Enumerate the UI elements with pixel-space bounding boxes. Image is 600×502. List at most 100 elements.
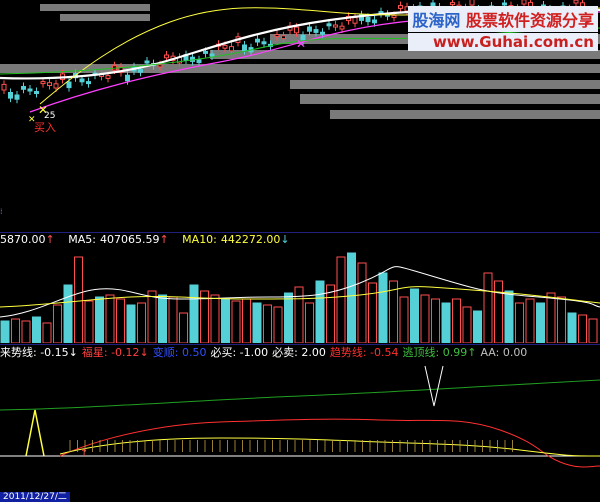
volume-bar	[494, 280, 503, 343]
pane-divider-mid[interactable]	[0, 344, 600, 345]
indicator-item: 逃顶线: 0.99↑	[402, 346, 477, 359]
volume-bar	[420, 294, 430, 343]
candle-body	[40, 81, 46, 85]
volume-bar	[168, 296, 178, 343]
volume-bars	[0, 252, 598, 343]
date-label: 2011/12/27/二	[0, 492, 70, 502]
candle-body	[8, 92, 13, 99]
indicator-item: 必卖: 2.00	[272, 346, 326, 359]
volume-arrow: ↑	[45, 233, 55, 246]
indicator-info-row: 来势线: -0.15↓ 福星: -0.12↓ 变顺: 0.50 必买: -1.00 必卖…	[0, 346, 531, 360]
volume-chart-pane[interactable]	[0, 247, 600, 343]
volume-bar	[126, 304, 136, 343]
price-chart-pane[interactable]: ✕ ✕ ✕ 25 买入 ⁞ 股海网 股票软件资源分享 www.Guhai.com…	[0, 0, 600, 232]
indicator-item: 变顺: 0.50	[152, 346, 207, 359]
volume-bar	[368, 282, 377, 343]
indicator-item: 趋势线: -0.54	[329, 346, 399, 359]
volume-bar	[431, 298, 440, 343]
volume-bar	[74, 256, 83, 343]
candle-body	[339, 25, 345, 30]
ma5-value: 407065.59	[99, 233, 160, 246]
indicator-item: 必买: -1.00	[210, 346, 269, 359]
volume-bar	[263, 304, 272, 343]
candle-body	[196, 59, 202, 64]
volume-bar	[63, 284, 73, 343]
ma10-arrow: ↓	[280, 233, 290, 246]
candle-body	[79, 78, 85, 83]
candle-body	[209, 53, 215, 57]
volume-bar	[399, 296, 409, 343]
volume-bar	[210, 294, 220, 343]
candle-body	[21, 86, 26, 90]
candle-body	[14, 94, 20, 100]
trend-red-line	[59, 418, 600, 468]
candle-body	[320, 31, 325, 35]
volume-bar	[515, 302, 524, 343]
volume-bar	[557, 296, 566, 343]
sell-spike-line	[424, 365, 444, 407]
volume-bar	[578, 314, 587, 343]
buy-spike-line	[25, 409, 45, 457]
candle-body	[203, 50, 208, 54]
volume-bar	[336, 256, 346, 343]
candle-body	[281, 35, 286, 40]
candle-body	[164, 54, 169, 59]
volume-bar	[53, 304, 62, 343]
volume-bar	[567, 312, 577, 343]
candle-body	[222, 44, 228, 49]
candle-body	[333, 24, 338, 28]
indicator-item: 来势线: -0.15↓	[0, 346, 78, 359]
ma5-arrow: ↑	[159, 233, 169, 246]
volume-bar	[0, 320, 10, 343]
candle-body	[313, 29, 319, 33]
watermark-url: www.Guhai.com.cn	[408, 33, 598, 51]
volume-bar	[483, 272, 493, 343]
volume-bar	[242, 298, 251, 343]
volume-bar	[252, 302, 262, 343]
volume-info-row: 5870.00↑ MA5: 407065.59↑ MA10: 442272.00↓	[0, 233, 294, 247]
candle-body	[86, 81, 91, 85]
volume-bar	[84, 300, 94, 343]
watermark: 股海网 股票软件资源分享 www.Guhai.com.cn	[408, 6, 598, 51]
volume-bar	[32, 316, 41, 343]
volume-bar	[42, 322, 52, 343]
candle-body	[47, 82, 52, 86]
volume-bar	[294, 286, 304, 343]
candle-body	[255, 38, 260, 43]
volume-bar	[231, 300, 241, 343]
candle-body	[261, 41, 267, 45]
volume-bar	[525, 298, 535, 343]
volume-bar	[158, 294, 167, 343]
volume-bar	[95, 296, 104, 343]
indicator-chart-pane[interactable]: ↑ 2011/12/27/二	[0, 360, 600, 502]
volume-bar	[473, 310, 482, 343]
volume-bar	[273, 306, 283, 343]
volume-bar	[378, 272, 388, 343]
volume-bar	[305, 302, 314, 343]
candle-body	[66, 81, 72, 89]
volume-bar	[588, 318, 598, 343]
candle-body	[105, 75, 111, 79]
watermark-brand-row: 股海网 股票软件资源分享	[408, 6, 598, 32]
volume-bar	[462, 306, 472, 343]
candle-body	[398, 5, 403, 9]
candle-body	[294, 26, 299, 34]
indicator-chart[interactable]: ↑	[0, 360, 600, 502]
indicator-item: 福星: -0.12↓	[81, 346, 149, 359]
candle-body	[391, 14, 397, 18]
volume-bar	[347, 252, 356, 343]
volume-bar	[441, 302, 451, 343]
candle-body	[27, 88, 33, 92]
candle-body	[307, 26, 312, 32]
indicator-item: AA: 0.00	[480, 346, 528, 359]
volume-bar	[536, 302, 545, 343]
candle-body	[138, 68, 143, 73]
candle-body	[144, 60, 150, 64]
candle-body	[326, 23, 332, 27]
volume-chart[interactable]	[0, 247, 600, 343]
candle-body	[229, 46, 234, 52]
candle-body	[450, 2, 455, 6]
watermark-brand: 股海网	[412, 11, 461, 30]
volume-bar	[326, 284, 335, 343]
candle-body	[352, 17, 358, 24]
